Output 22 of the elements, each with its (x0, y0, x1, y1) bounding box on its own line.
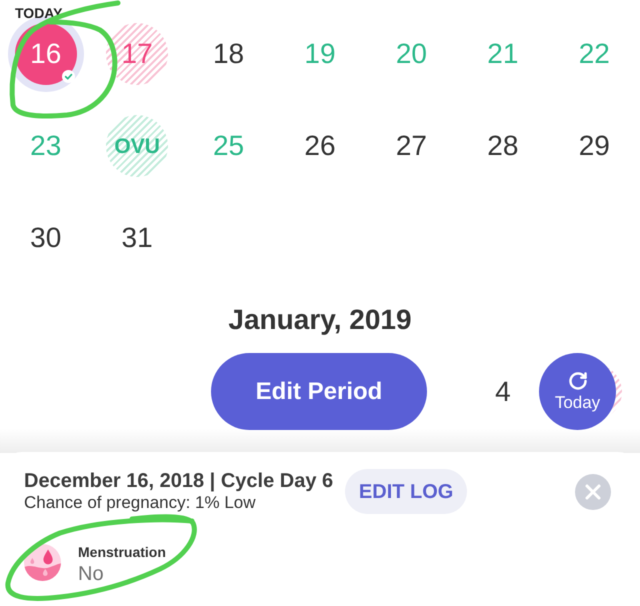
calendar-day[interactable]: 17 (106, 23, 168, 85)
month-title: January, 2019 (228, 303, 412, 337)
calendar-day[interactable]: 28 (487, 132, 518, 160)
calendar-day[interactable]: 30 (30, 224, 62, 252)
entry-value: No (78, 563, 105, 585)
calendar-day[interactable]: 16 (14, 23, 77, 85)
edit-log-button[interactable]: EDIT LOG (345, 469, 468, 514)
entry-label: Menstruation (78, 544, 166, 560)
today-button[interactable]: Today (539, 353, 616, 430)
calendar-day[interactable]: 27 (396, 132, 427, 160)
calendar-day[interactable]: 29 (578, 132, 610, 160)
edit-period-button[interactable]: Edit Period (211, 353, 427, 430)
pregnancy-chance: Chance of pregnancy: 1% Low (24, 493, 257, 513)
date-cycle-day: December 16, 2018 | Cycle Day 6 (24, 470, 334, 493)
calendar-day[interactable]: 26 (304, 132, 336, 160)
calendar-day[interactable]: 4 (495, 378, 511, 406)
today-label: TODAY (15, 5, 62, 21)
drops-icon (24, 544, 61, 581)
calendar-day[interactable]: 18 (212, 40, 244, 68)
close-button[interactable] (575, 474, 611, 510)
refresh-icon (568, 370, 588, 390)
calendar-day[interactable]: 31 (122, 224, 153, 252)
